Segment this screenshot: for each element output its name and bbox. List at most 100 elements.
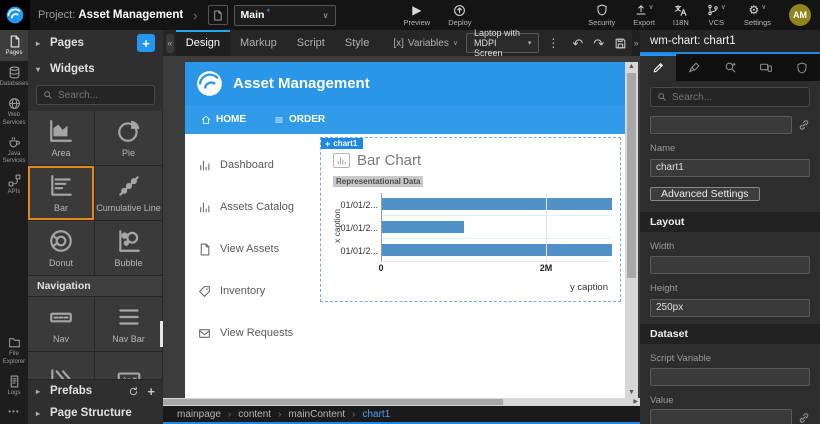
page-structure-section-header[interactable]: ▸ Page Structure — [28, 402, 163, 424]
scrollbar-thumb[interactable] — [627, 73, 636, 278]
tab-security[interactable] — [784, 54, 820, 81]
widget-tile-nav-bar[interactable]: Nav Bar — [95, 297, 162, 351]
i18n-button[interactable]: I18N — [673, 3, 689, 27]
rail-item-java-services[interactable]: Java Services — [0, 131, 28, 169]
wavemaker-logo[interactable] — [0, 0, 30, 30]
save-button[interactable] — [614, 37, 627, 50]
width-input[interactable] — [650, 256, 810, 274]
app-sidebar-dashboard[interactable]: Dashboard — [185, 144, 318, 186]
rail-item-pages[interactable]: Pages — [0, 30, 28, 61]
script-variable-input[interactable] — [650, 368, 810, 386]
kebab-menu[interactable]: ⋮ — [547, 36, 559, 50]
scrollbar-thumb[interactable] — [163, 399, 503, 405]
collapse-left-panel-button[interactable]: « — [166, 34, 174, 53]
security-button[interactable]: Security — [588, 3, 615, 27]
widget-tile-bubble[interactable]: Bubble — [95, 221, 162, 275]
app-nav-order[interactable]: ORDER — [274, 114, 325, 125]
scroll-up-icon[interactable]: ▲ — [628, 62, 635, 72]
chevron-down-icon: ∨ — [453, 39, 458, 47]
property-search-input[interactable] — [672, 92, 803, 103]
widget-tile-pie[interactable]: Pie — [95, 111, 162, 165]
app-sidebar-view-assets[interactable]: View Assets — [185, 228, 318, 270]
rail-item-logs[interactable]: Logs — [0, 370, 28, 401]
widget-tile-cumulative-line[interactable]: Cumulative Line — [95, 166, 162, 220]
preview-button[interactable]: ▶ Preview — [404, 3, 431, 27]
breadcrumb-item-maincontent[interactable]: mainContent — [288, 409, 345, 420]
tab-design[interactable]: Design — [176, 30, 230, 56]
widgets-section-header[interactable]: ▾ Widgets — [28, 56, 163, 82]
value-label: Value — [650, 395, 810, 406]
widget-tile-bar[interactable]: Bar — [28, 166, 94, 220]
app-sidebar-assets-catalog[interactable]: Assets Catalog — [185, 186, 318, 228]
user-avatar[interactable]: AM — [789, 4, 811, 26]
app-preview-canvas[interactable]: Asset Management HOME ORDER — [185, 62, 625, 398]
widget-tile-donut[interactable]: Donut — [28, 221, 94, 275]
bar-series[interactable] — [382, 244, 612, 256]
breadcrumb: mainpage › content › mainContent › chart… — [163, 406, 640, 424]
tab-styles[interactable] — [676, 54, 712, 81]
value-input[interactable] — [650, 409, 792, 424]
shield-icon — [796, 62, 808, 74]
bind-link-icon[interactable] — [798, 412, 810, 424]
deploy-button[interactable]: Deploy — [448, 3, 471, 27]
widget-tile-nav[interactable]: Nav — [28, 297, 94, 351]
tab-style[interactable]: Style — [335, 30, 379, 56]
scroll-down-icon[interactable]: ▼ — [628, 388, 635, 398]
redo-button[interactable]: ↷ — [593, 37, 604, 50]
widget-tile-breadcrumb[interactable] — [28, 352, 94, 379]
chart-legend[interactable]: Representational Data — [333, 176, 423, 187]
bar-series[interactable] — [382, 221, 464, 233]
page-doc-button[interactable] — [208, 5, 228, 25]
widget-tile-dropdown[interactable]: Aa — [95, 352, 162, 379]
prefabs-section-header[interactable]: ▸ Prefabs + — [28, 380, 163, 402]
rail-more-button[interactable]: ••• — [0, 401, 28, 424]
tab-devices[interactable] — [748, 54, 784, 81]
advanced-settings-button[interactable]: Advanced Settings — [650, 187, 760, 201]
canvas-vertical-scrollbar[interactable]: ▲ ▼ — [625, 62, 638, 398]
bind-link-icon[interactable] — [798, 119, 810, 131]
branch-selector[interactable]: Main * ∨ — [234, 5, 336, 26]
widget-search-input[interactable] — [58, 90, 148, 101]
chart-widget[interactable]: + chart1 Bar Chart Represen — [320, 137, 621, 302]
rail-item-databases[interactable]: Databases — [0, 61, 28, 92]
center-area: « Design Markup Script Style [x] Variabl… — [163, 30, 640, 424]
app-sidebar-inventory[interactable]: Inventory — [185, 270, 318, 312]
device-selector[interactable]: Laptop with MDPI Screen ▾ — [466, 33, 539, 53]
rail-item-web-services[interactable]: Web Services — [0, 92, 28, 130]
bar-series[interactable] — [382, 198, 612, 210]
settings-button[interactable]: ⚙ ∨ Settings — [744, 3, 771, 27]
save-icon — [614, 37, 627, 50]
tab-script[interactable]: Script — [287, 30, 335, 56]
widget-grid: Area Pie Bar Cumulative Line Donut — [28, 111, 163, 379]
vcs-button[interactable]: ∨ VCS — [707, 3, 726, 27]
app-sidebar-view-requests[interactable]: View Requests — [185, 312, 318, 354]
app-nav-home[interactable]: HOME — [201, 114, 246, 125]
gridline — [546, 193, 547, 262]
breadcrumb-item-content[interactable]: content — [238, 409, 271, 420]
pages-section-header[interactable]: ▸ Pages + — [28, 30, 163, 56]
height-input[interactable] — [650, 299, 810, 317]
chart-widget-tag[interactable]: + chart1 — [321, 138, 363, 149]
undo-button[interactable]: ↶ — [572, 37, 583, 50]
refresh-icon[interactable] — [128, 386, 139, 397]
canvas-horizontal-scrollbar[interactable]: ▶ — [163, 398, 640, 406]
expand-right-button[interactable]: » — [632, 30, 640, 56]
widget-search[interactable] — [36, 85, 155, 105]
add-page-button[interactable]: + — [137, 34, 155, 52]
tab-search-properties[interactable] — [712, 54, 748, 81]
tab-markup[interactable]: Markup — [230, 30, 287, 56]
property-search[interactable] — [650, 87, 810, 107]
variables-button[interactable]: [x] Variables ∨ — [393, 38, 458, 49]
add-prefab-button[interactable]: + — [147, 384, 155, 399]
breadcrumb-item-mainpage[interactable]: mainpage — [177, 409, 221, 420]
breadcrumb-item-chart1[interactable]: chart1 — [362, 409, 390, 420]
rail-item-apis[interactable]: APIs — [0, 169, 28, 200]
export-button[interactable]: ∨ Export — [633, 3, 655, 27]
tab-properties[interactable] — [640, 54, 676, 81]
name-input[interactable] — [650, 159, 810, 177]
scroll-right-icon[interactable]: ▶ — [633, 398, 638, 406]
rail-item-file-explorer[interactable]: File Explorer — [0, 331, 28, 369]
widget-tile-area[interactable]: Area — [28, 111, 94, 165]
bind-expression-input[interactable] — [650, 116, 792, 134]
app-logo-icon — [196, 70, 223, 97]
